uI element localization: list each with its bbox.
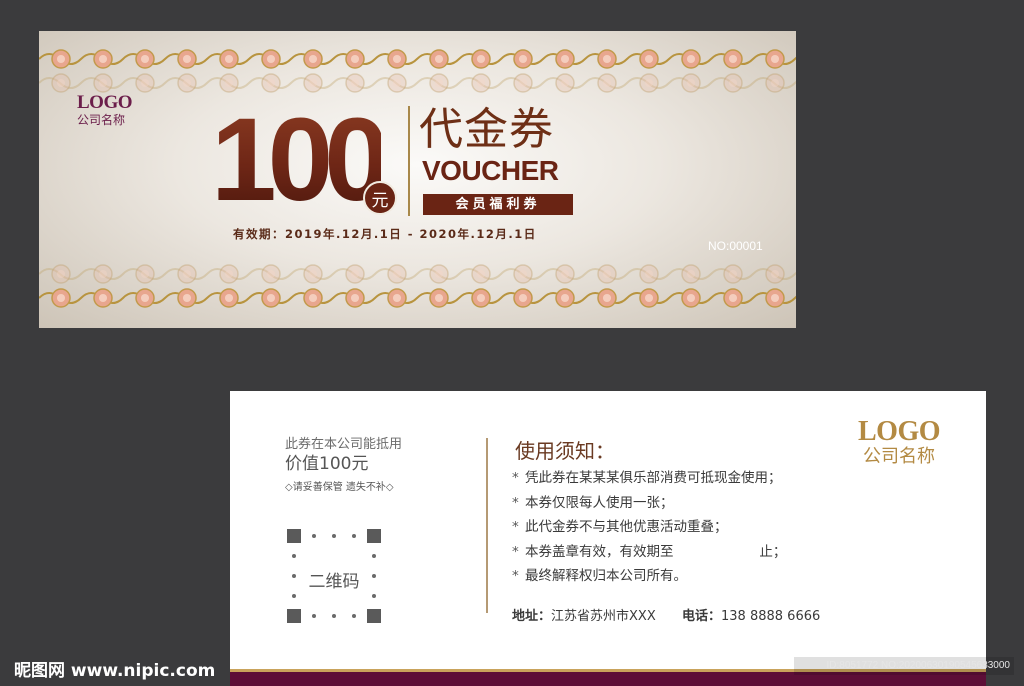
qr-corner [287, 529, 301, 543]
address-value: 江苏省苏州市XXX [551, 609, 656, 624]
voucher-back: 此券在本公司能抵用 价值100元 ◇请妥善保管 遗失不补◇ 二维码 使用须知： … [230, 391, 986, 686]
qr-dot [332, 614, 336, 618]
qr-corner [367, 609, 381, 623]
qr-dot [352, 534, 356, 538]
logo-text: LOGO [858, 416, 941, 447]
qr-corner [287, 609, 301, 623]
bullet-star-icon: * [512, 568, 519, 584]
qr-dot [372, 594, 376, 598]
qr-label: 二维码 [308, 572, 360, 592]
phone-value: 138 8888 6666 [721, 609, 821, 624]
qr-dot [292, 554, 296, 558]
currency-badge: 元 [363, 181, 397, 215]
phone-label: 电话： [682, 609, 722, 624]
member-tag: 会员福利券 [423, 194, 573, 215]
voucher-amount: 100 [211, 94, 390, 226]
usage-rules-list: * 凭此券在某某某俱乐部消费可抵现金使用； * 本券仅限每人使用一张； * 此代金券不… [512, 466, 786, 589]
qr-corner [367, 529, 381, 543]
image-id-watermark: ID:8051772 NO:20200630190545633000 [794, 657, 1014, 675]
site-watermark: 昵图网 www.nipic.com [14, 661, 216, 681]
company-name: 公司名称 [77, 113, 126, 127]
phone: 电话：138 8888 6666 [682, 605, 820, 624]
title-divider [408, 106, 410, 216]
address: 地址：江苏省苏州市XXX [512, 605, 656, 624]
company-name: 公司名称 [863, 446, 935, 467]
front-logo: LOGO 公司名称 [77, 92, 133, 127]
usage-notice-title: 使用须知： [515, 439, 615, 463]
rule-item: * 本券仅限每人使用一张； [512, 491, 786, 516]
voucher-front: LOGO 公司名称 100 元 代金券 VOUCHER 会员福利券 有效期：20… [39, 31, 796, 328]
bullet-star-icon: * [512, 470, 519, 486]
bullet-star-icon: * [512, 519, 519, 535]
rule-item: * 此代金券不与其他优惠活动重叠； [512, 515, 786, 540]
voucher-title-cn: 代金券 [419, 104, 554, 155]
bullet-star-icon: * [512, 494, 519, 511]
keep-safe-note: ◇请妥善保管 遗失不补◇ [285, 482, 394, 493]
value-line-2: 价值100元 [285, 454, 369, 474]
qr-dot [312, 614, 316, 618]
value-line-1: 此券在本公司能抵用 [285, 437, 403, 452]
value-statement: 此券在本公司能抵用 价值100元 ◇请妥善保管 遗失不补◇ [285, 436, 402, 495]
rule-item: * 凭此券在某某某俱乐部消费可抵现金使用； [512, 466, 786, 491]
qr-dot [352, 614, 356, 618]
qr-dot [332, 534, 336, 538]
validity-period: 有效期：2019年.12月.1日 - 2020年.12月.1日 [233, 227, 537, 241]
rule-item: * 本券盖章有效，有效期至 止； [512, 540, 786, 565]
logo-text: LOGO [77, 92, 133, 113]
back-divider [486, 438, 488, 613]
voucher-title-en: VOUCHER [422, 155, 559, 186]
rule-item: * 最终解释权归本公司所有。 [512, 564, 786, 589]
address-label: 地址： [512, 609, 552, 624]
serial-number: NO:00001 [708, 239, 763, 253]
back-logo: LOGO 公司名称 [858, 416, 941, 468]
qr-dot [312, 534, 316, 538]
qr-dot [292, 594, 296, 598]
bullet-star-icon: * [512, 543, 519, 560]
flower-border-bottom [39, 264, 796, 308]
flower-border-top [39, 49, 796, 93]
qr-dot [372, 554, 376, 558]
qr-code-placeholder: 二维码 [287, 529, 381, 623]
